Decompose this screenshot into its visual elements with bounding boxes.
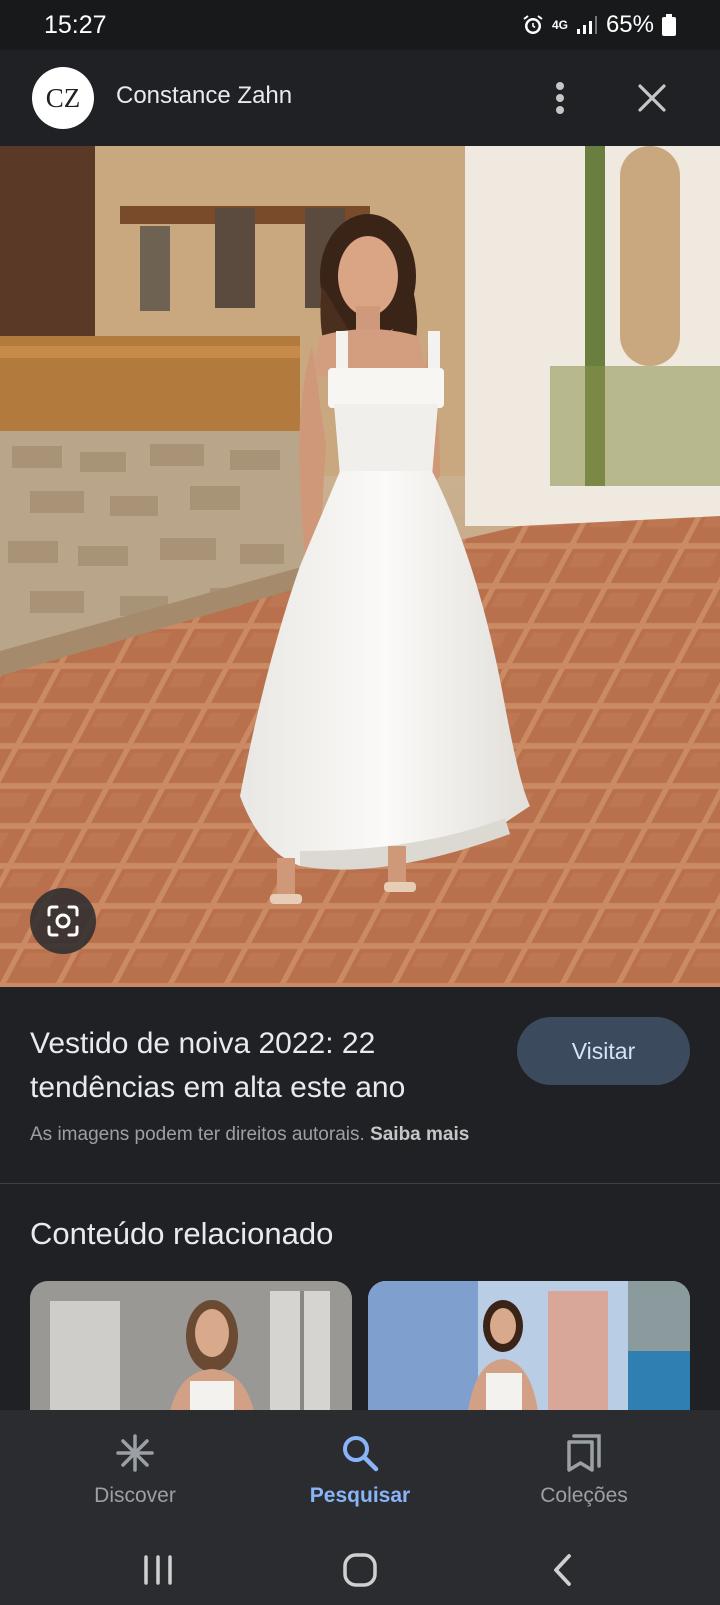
- nav-search[interactable]: Pesquisar: [260, 1410, 460, 1535]
- network-4g-icon: 4G: [551, 17, 568, 32]
- nav-collections-label: Coleções: [540, 1484, 628, 1507]
- nav-search-label: Pesquisar: [309, 1484, 411, 1507]
- visit-button[interactable]: Visitar: [517, 1017, 690, 1085]
- source-avatar[interactable]: CZ: [32, 67, 94, 129]
- copyright-text: As imagens podem ter direitos autorais.: [30, 1124, 365, 1145]
- related-thumbnail[interactable]: [368, 1281, 690, 1411]
- learn-more-link[interactable]: Saiba mais: [370, 1124, 469, 1145]
- more-vert-icon: [556, 82, 564, 114]
- nav-discover[interactable]: Discover: [35, 1410, 235, 1535]
- back-button[interactable]: [532, 1545, 592, 1595]
- main-image[interactable]: [0, 146, 720, 987]
- image-viewer-header: CZ Constance Zahn: [0, 50, 720, 146]
- battery-percent: 65%: [605, 11, 654, 38]
- lens-icon: [47, 905, 79, 937]
- status-bar: 15:27 4G 65%: [0, 0, 720, 50]
- status-time: 15:27: [44, 10, 107, 39]
- result-title[interactable]: Vestido de noiva 2022: 22 tendências em …: [30, 1022, 500, 1110]
- status-icons: 4G 65%: [522, 11, 676, 39]
- system-navigation-bar: [0, 1535, 720, 1605]
- wedding-dress-photo: [0, 146, 720, 987]
- back-icon: [554, 1554, 571, 1586]
- copyright-notice: As imagens podem ter direitos autorais. …: [30, 1124, 469, 1146]
- search-icon: [341, 1430, 379, 1476]
- divider: [0, 1183, 720, 1184]
- recents-icon: [144, 1555, 172, 1585]
- related-content-title: Conteúdo relacionado: [30, 1216, 334, 1251]
- more-options-button[interactable]: [546, 76, 574, 120]
- related-image-1: [30, 1281, 352, 1411]
- lens-button[interactable]: [30, 888, 96, 954]
- discover-icon: [115, 1430, 155, 1476]
- close-button[interactable]: [630, 76, 674, 120]
- alarm-icon: [522, 14, 544, 36]
- collections-icon: [566, 1430, 602, 1476]
- source-name[interactable]: Constance Zahn: [116, 82, 292, 110]
- recents-button[interactable]: [128, 1545, 188, 1595]
- signal-icon: [576, 15, 598, 35]
- home-button[interactable]: [330, 1545, 390, 1595]
- battery-icon: [662, 14, 676, 36]
- related-thumbnail[interactable]: [30, 1281, 352, 1411]
- home-icon: [343, 1553, 377, 1587]
- network-label: 4G: [551, 17, 568, 32]
- nav-collections[interactable]: Coleções: [484, 1410, 684, 1535]
- bottom-navigation: Discover Pesquisar Coleções: [0, 1410, 720, 1535]
- related-image-2: [368, 1281, 690, 1411]
- close-icon: [638, 84, 666, 112]
- nav-discover-label: Discover: [94, 1484, 176, 1507]
